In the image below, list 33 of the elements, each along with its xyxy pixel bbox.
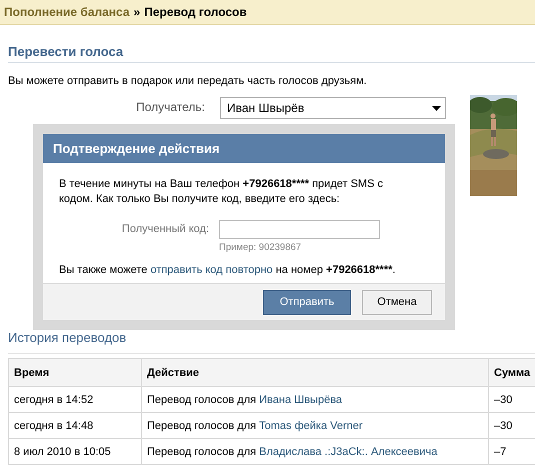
recipient-select[interactable]: Иван Швырёв (220, 97, 446, 119)
table-cell: 8 июл 2010 в 10:05 (14, 446, 111, 458)
table-cell: –30 (494, 420, 512, 432)
table-cell: Перевод голосов для Ивана Швырёва (147, 394, 342, 406)
caret-icon (432, 106, 441, 110)
code-label: Полученный код: (120, 222, 210, 237)
code-hint: Пример: 90239867 (219, 241, 302, 255)
dialog-message: В течение минуты на Ваш телефон +7926618**** придет SMS с кодом. Как только Вы получите код, введите его здесь: (59, 177, 384, 207)
resend-link[interactable]: отправить код повторно (150, 264, 273, 276)
user-link[interactable]: Tomas фейка Verner (259, 420, 363, 432)
description-text: Вы можете отправить в подарок или передать часть голосов друзьям. (8, 75, 368, 87)
table-cell: –7 (494, 446, 506, 458)
code-input-field[interactable] (219, 220, 380, 239)
column-header: Сумма (494, 366, 530, 378)
send-button[interactable]: Отправить (263, 290, 351, 314)
column-header: Действие (147, 366, 199, 378)
table-cell: сегодня в 14:48 (14, 420, 94, 432)
breadcrumb-separator: » (134, 5, 140, 19)
recipient-label: Получатель: (135, 100, 206, 114)
resend-text: Вы также можете отправить код повторно на номер +7926618****. (59, 263, 396, 278)
column-header: Время (14, 366, 50, 378)
cancel-button[interactable]: Отмена (362, 290, 432, 314)
dialog-title: Подтверждение действия (43, 134, 445, 163)
breadcrumb-current: Перевод голосов (144, 5, 247, 19)
table-cell: Перевод голосов для Владислава .:J3aCk:. Алексеевича (147, 446, 438, 458)
section-title: Перевести голоса (8, 44, 535, 63)
history-title: История переводов (8, 330, 535, 354)
table-cell: –30 (494, 394, 512, 406)
breadcrumb-link[interactable]: Пополнение баланса (4, 5, 130, 19)
table-cell: сегодня в 14:52 (14, 394, 94, 406)
user-link[interactable]: Владислава .:J3aCk:. Алексеевича (259, 446, 438, 458)
user-link[interactable]: Ивана Швырёва (259, 394, 342, 406)
table-cell: Перевод голосов для Tomas фейка Verner (147, 420, 363, 432)
